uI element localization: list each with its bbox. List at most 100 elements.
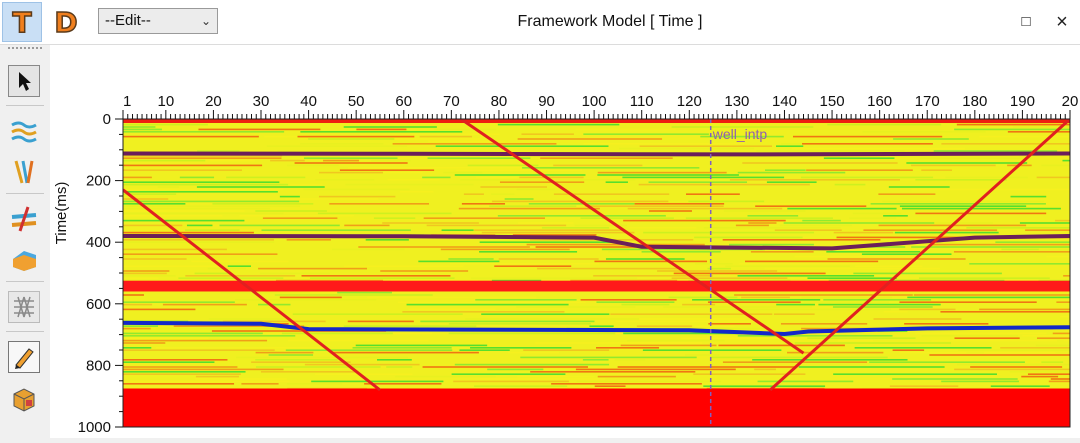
faults-tool-button[interactable] (8, 155, 40, 187)
seismic-stripe (395, 375, 496, 378)
seismic-stripe (475, 176, 518, 179)
seismic-stripe (123, 239, 275, 241)
depth-domain-button[interactable]: D (46, 2, 86, 42)
seismic-stripe (196, 186, 325, 188)
seismic-stripe (648, 210, 692, 212)
seismic-stripe (889, 385, 959, 387)
seismic-stripe (480, 378, 606, 380)
model-cube-tool-button[interactable] (8, 383, 40, 415)
seismic-stripe (551, 383, 702, 385)
seismic-stripe (285, 349, 453, 351)
seismic-stripe (123, 380, 290, 383)
seismic-stripe (954, 368, 1070, 371)
seismic-stripe (426, 224, 567, 227)
seismic-stripe (1048, 380, 1070, 383)
seismic-stripe (198, 128, 321, 131)
seismic-stripe (818, 303, 941, 306)
edit-pen-tool-button[interactable] (8, 341, 40, 373)
seismic-stripe (773, 313, 815, 315)
seismic-stripe (286, 383, 343, 385)
seismic-stripe (605, 181, 628, 183)
seismic-stripe (622, 176, 785, 179)
seismic-stripe (123, 191, 278, 193)
seismic-stripe (352, 347, 452, 349)
seismic-stripe (918, 277, 1050, 279)
seismic-stripe (757, 380, 854, 383)
seismic-stripe (703, 227, 841, 229)
seismic-stripe (179, 176, 215, 179)
edit-dropdown[interactable]: --Edit-- ⌄ (98, 8, 218, 34)
pointer-tool-button[interactable] (8, 65, 40, 97)
seismic-stripe (318, 195, 396, 198)
seismic-stripe (344, 224, 390, 227)
seismic-stripe (1009, 371, 1070, 373)
seismic-stripe (849, 217, 897, 219)
seismic-stripe (451, 373, 566, 375)
seismic-stripe (162, 303, 247, 306)
seismic-stripe (837, 339, 874, 342)
y-tick-label: 800 (86, 357, 111, 374)
seismic-stripe (1021, 375, 1059, 378)
seismic-stripe (537, 267, 678, 270)
seismic-stripe (854, 347, 992, 349)
seismic-stripe (123, 205, 301, 207)
seismic-stripe (123, 203, 186, 205)
seismic-stripe (754, 368, 776, 371)
seismic-stripe (123, 335, 296, 337)
seismic-stripe (750, 251, 814, 253)
seismic-stripe (337, 291, 392, 294)
seismic-stripe (195, 375, 239, 378)
section-plot[interactable]: well_intp 1 10 20 30 40 50 60 70 80 90 100 110 120 130… (50, 45, 1080, 438)
seismic-stripe (823, 157, 895, 159)
seismic-stripe (583, 133, 709, 135)
surface-block-tool-button[interactable] (8, 243, 40, 275)
seismic-stripe (883, 311, 908, 313)
maximize-button[interactable]: □ (1016, 12, 1036, 32)
x-tick-label: 160 (867, 93, 892, 110)
time-domain-button[interactable]: T (2, 2, 42, 42)
seismic-stripe (423, 217, 545, 219)
seismic-stripe (156, 347, 331, 349)
seismic-stripe (123, 383, 235, 385)
seismic-stripe (915, 179, 1007, 181)
seismic-stripe (186, 224, 213, 227)
seismic-stripe (747, 215, 799, 217)
seismic-stripe (1001, 248, 1039, 251)
seismic-stripe (945, 176, 1028, 179)
seismic-stripe (380, 270, 469, 272)
seismic-section-svg[interactable]: well_intp1 10 20 30 40 50 60 70 80 90 100 110 120 130… (50, 45, 1080, 438)
reflector-band (123, 388, 1070, 427)
y-tick-label: 600 (86, 296, 111, 313)
horizon-line (123, 151, 1070, 157)
close-button[interactable]: × (1052, 12, 1072, 32)
horizons-tool-button[interactable] (8, 115, 40, 147)
seismic-stripe (344, 265, 464, 267)
seismic-stripe (264, 135, 298, 138)
seismic-stripe (883, 215, 908, 217)
side-toolbar (0, 45, 50, 438)
x-tick-label: 140 (772, 93, 797, 110)
seismic-stripe (862, 131, 986, 133)
window-title: Framework Model [ Time ] (517, 13, 703, 30)
seismic-stripe (1056, 301, 1070, 303)
seismic-stripe (219, 224, 340, 227)
seismic-stripe (489, 205, 577, 207)
seismic-stripe (873, 318, 962, 320)
seismic-stripe (915, 212, 1047, 215)
seismic-stripe (748, 222, 777, 224)
seismic-stripe (123, 308, 196, 311)
seismic-stripe (648, 181, 748, 183)
seismic-stripe (301, 275, 451, 277)
fault-horizon-tool-button[interactable] (8, 203, 40, 235)
y-tick-label: 1000 (78, 419, 111, 436)
seismic-stripe (408, 308, 496, 311)
seismic-stripe (1041, 164, 1070, 167)
seismic-stripe (1039, 248, 1070, 251)
y-tick-label: 400 (86, 234, 111, 251)
edit-dropdown-value: --Edit-- (105, 12, 151, 29)
seismic-stripe (523, 349, 610, 351)
seismic-stripe (642, 349, 782, 351)
seismic-stripe (123, 347, 152, 349)
seismic-stripe (970, 366, 1063, 368)
grid-mesh-tool-button[interactable] (8, 291, 40, 323)
